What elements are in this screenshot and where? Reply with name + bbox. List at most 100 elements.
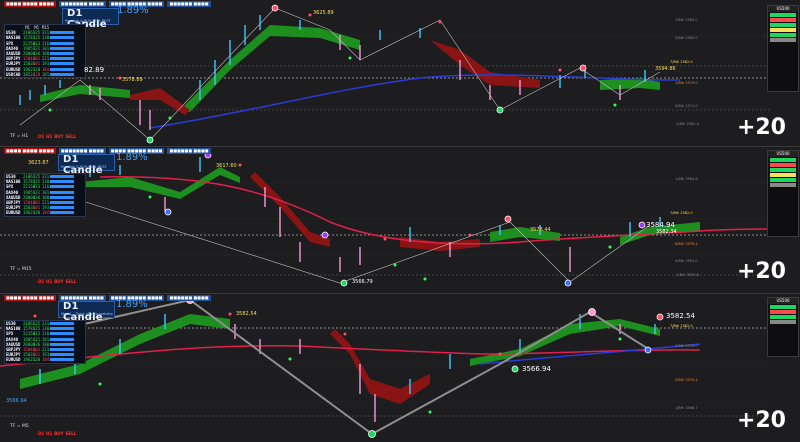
price-chart-svg[interactable] bbox=[0, 147, 800, 293]
dash-bar bbox=[50, 67, 74, 71]
button-sell[interactable]: SELL bbox=[65, 431, 76, 436]
button-row[interactable]: D1 H1 BUY SELL bbox=[38, 431, 76, 436]
button-d1[interactable]: D1 bbox=[38, 431, 44, 436]
dash-value: 18524 bbox=[23, 71, 36, 77]
logo-tagline: Possible & BUY SELL BEST bbox=[65, 19, 111, 23]
price-label: 3623.87 bbox=[28, 160, 49, 166]
toolbar-tab[interactable]: ■■■■■■ ■■■■ bbox=[167, 1, 211, 7]
price-label: 3566.94 bbox=[522, 365, 551, 373]
dash-bar bbox=[50, 332, 74, 336]
dash-bar bbox=[50, 185, 74, 189]
dash-bar bbox=[50, 342, 74, 346]
murrey-level: 0/8th 3561.0 bbox=[675, 259, 698, 263]
logo-tagline: Mod 1 - Think of your website bbox=[61, 312, 113, 316]
dash-bar bbox=[50, 206, 74, 210]
dash-bar bbox=[50, 57, 74, 61]
dashboard-table: US30 21861 125 331 NAS100 15781 125 138 SPX 221… bbox=[4, 173, 86, 217]
dash-bar bbox=[50, 347, 74, 351]
dash-bar bbox=[50, 41, 74, 45]
side-bar bbox=[770, 38, 796, 42]
murrey-level: 2/8th 3570.4 bbox=[675, 378, 698, 382]
side-bar bbox=[770, 13, 796, 17]
dash-bar bbox=[50, 200, 74, 204]
button-d1[interactable]: D1 bbox=[38, 134, 44, 139]
price-label: 3566.94 bbox=[6, 398, 27, 404]
chart-panel-m5[interactable]: ■■■■ ■■■■ ■■■■ ■■■■■■■ ■■■■ ■■■■ ■■■■■ ■… bbox=[0, 294, 800, 442]
dash-bar bbox=[50, 72, 74, 76]
button-h1[interactable]: H1 bbox=[46, 431, 52, 436]
toolbar-tab[interactable]: ■■■■■■■ ■■■■ bbox=[58, 1, 106, 7]
dash-value: 120 bbox=[32, 210, 41, 216]
side-bar bbox=[770, 310, 796, 314]
chart-panel-m15[interactable]: ■■■■ ■■■■ ■■■■ ■■■■■■■ ■■■■ ■■■■ ■■■■■ ■… bbox=[0, 147, 800, 294]
dash-bar bbox=[50, 195, 74, 199]
toolbar-tabs[interactable]: ■■■■ ■■■■ ■■■■ ■■■■■■■ ■■■■ ■■■■ ■■■■■ ■… bbox=[4, 1, 211, 7]
percent-label: 1.89% bbox=[117, 5, 149, 16]
price-label: 3582.54 bbox=[236, 311, 257, 317]
side-panel: US500 bbox=[767, 297, 799, 357]
button-row[interactable]: D1 H1 BUY SELL bbox=[38, 279, 76, 284]
price-label: 3584.94 bbox=[646, 221, 675, 229]
price-label: 3582.34 bbox=[656, 229, 677, 235]
button-buy[interactable]: BUY bbox=[54, 279, 63, 284]
price-label: 3578.44 bbox=[530, 227, 551, 233]
button-buy[interactable]: BUY bbox=[54, 431, 63, 436]
side-bar bbox=[770, 23, 796, 27]
murrey-level: 1/8th 2583.0 bbox=[675, 18, 698, 22]
logo: D1 Candle Possible & BUY SELL BEST bbox=[62, 8, 119, 30]
toolbar-tab[interactable]: ■■■■■■ ■■■■ bbox=[167, 295, 211, 301]
logo: D1 Candle Mod 1 - Think of your website bbox=[58, 301, 115, 323]
dash-bar bbox=[50, 62, 74, 66]
profit-badge: +20 bbox=[736, 115, 786, 140]
price-label: 82.89 bbox=[84, 66, 105, 74]
side-bar bbox=[770, 28, 796, 32]
dash-bar bbox=[50, 46, 74, 50]
dash-bar bbox=[50, 31, 74, 35]
side-panel-title: US500 bbox=[768, 298, 798, 304]
button-sell[interactable]: SELL bbox=[65, 134, 76, 139]
dash-value: 19621 bbox=[23, 357, 36, 363]
murrey-level: 0/8th 2571.0 bbox=[675, 104, 698, 108]
price-label: 3617.60 bbox=[216, 163, 237, 169]
murrey-level: 6/8th 3578.4 bbox=[675, 242, 698, 246]
dashboard-table: US30 21861 125 331 NAS100 15781 125 138 SPX 221… bbox=[4, 320, 86, 364]
murrey-level: 1/8th 2575.0 bbox=[675, 81, 698, 85]
button-sell[interactable]: SELL bbox=[65, 279, 76, 284]
side-panel-title: US500 bbox=[768, 6, 798, 12]
dash-value: 184 bbox=[41, 210, 50, 216]
side-bar bbox=[770, 305, 796, 309]
button-buy[interactable]: BUY bbox=[54, 134, 63, 139]
dash-bar bbox=[50, 353, 74, 357]
toolbar-tab[interactable]: ■■■■ ■■■■ ■■■■ bbox=[4, 1, 56, 7]
percent-label: 1.89% bbox=[116, 299, 148, 310]
price-label: 3578.89 bbox=[122, 77, 143, 83]
toolbar-tab[interactable]: ■■■■ ■■■■ ■■■■ bbox=[4, 295, 56, 301]
murrey-level: 2/8th 2582.0 bbox=[675, 36, 698, 40]
side-bar bbox=[770, 158, 796, 162]
button-h1[interactable]: H1 bbox=[46, 279, 52, 284]
button-h1[interactable]: H1 bbox=[46, 134, 52, 139]
murrey-level: -1/8th 2562.0 bbox=[675, 122, 699, 126]
murrey-level: 4/8th 3578.0 bbox=[675, 344, 698, 348]
murrey-level: 7/8th 2582.0 bbox=[670, 60, 693, 64]
dash-bar bbox=[50, 36, 74, 40]
dash-symbol: EURUSD bbox=[6, 357, 21, 363]
price-label: 3582.54 bbox=[666, 312, 695, 320]
button-d1[interactable]: D1 bbox=[38, 279, 44, 284]
price-label: 3625.89 bbox=[313, 10, 334, 16]
dash-symbol: EURUSD bbox=[6, 210, 21, 216]
toolbar-tab[interactable]: ■■■■ ■■■■ ■■■■ bbox=[4, 148, 56, 154]
dash-bar bbox=[50, 51, 74, 55]
price-label: 3594.86 bbox=[655, 66, 676, 72]
dash-bar bbox=[50, 322, 74, 325]
side-bar bbox=[770, 33, 796, 37]
timeframe-label: TF = H1 bbox=[10, 134, 29, 139]
toolbar-tab[interactable]: ■■■■■■ ■■■■ bbox=[167, 148, 211, 154]
side-bar bbox=[770, 173, 796, 177]
side-bar bbox=[770, 320, 796, 324]
dash-bar bbox=[50, 180, 74, 184]
side-panel: US500 bbox=[767, 150, 799, 237]
profit-badge: +20 bbox=[736, 259, 786, 284]
chart-panel-h1[interactable]: ■■■■ ■■■■ ■■■■ ■■■■■■■ ■■■■ ■■■■ ■■■■■ ■… bbox=[0, 0, 800, 147]
button-row[interactable]: D1 H1 BUY SELL bbox=[38, 134, 76, 139]
